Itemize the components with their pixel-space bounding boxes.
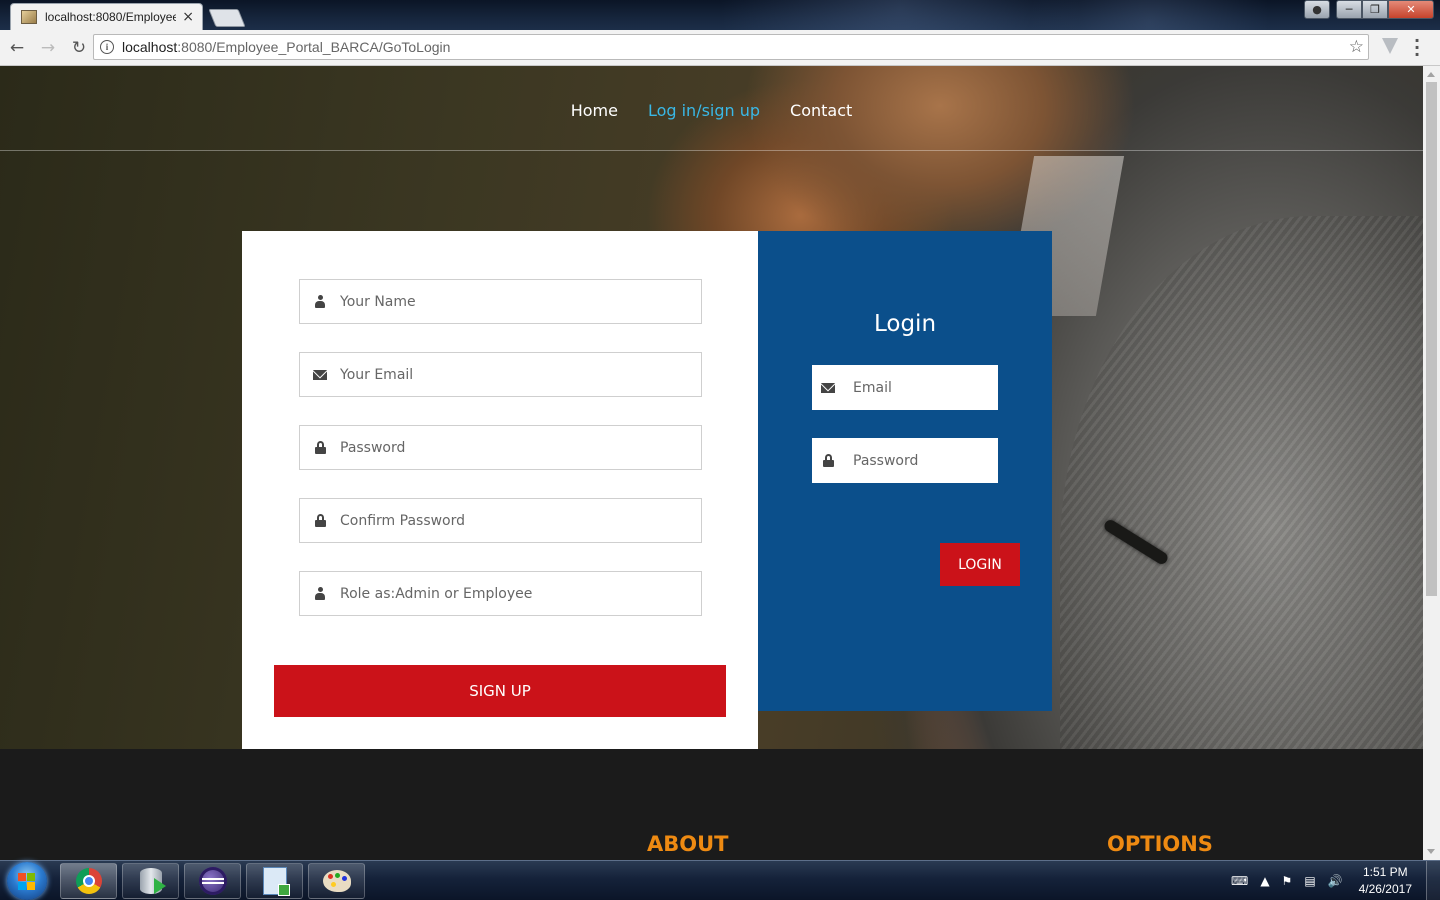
scroll-up-arrow-icon[interactable]: [1427, 72, 1435, 77]
tab-close-icon[interactable]: ×: [182, 9, 194, 25]
new-tab-button[interactable]: [208, 9, 246, 27]
about-heading: ABOUT: [647, 832, 729, 856]
taskbar-eclipse[interactable]: [184, 863, 241, 899]
show-hidden-icons-icon[interactable]: ▲: [1260, 874, 1269, 888]
reload-icon[interactable]: ↻: [65, 34, 93, 62]
role-field[interactable]: Role as:Admin or Employee: [299, 571, 702, 616]
bookmark-star-icon[interactable]: ☆: [1349, 37, 1364, 57]
browser-menu-icon[interactable]: · · ·: [1414, 33, 1420, 63]
taskbar-paint[interactable]: [308, 863, 365, 899]
envelope-icon-wrap: [300, 369, 340, 380]
password-field[interactable]: Password: [299, 425, 702, 470]
email-placeholder: Your Email: [340, 366, 414, 383]
role-placeholder: Role as:Admin or Employee: [340, 585, 533, 602]
address-bar[interactable]: i localhost:8080/Employee_Portal_BARCA/G…: [93, 34, 1369, 60]
paint-icon: [322, 870, 351, 892]
page-viewport: Home Log in/sign up Contact Your Name Yo…: [0, 66, 1423, 860]
login-form: Login Email Password LOGIN: [758, 231, 1052, 711]
windows-logo-icon: [18, 882, 26, 890]
windows-logo-icon: [27, 882, 35, 890]
system-tray: ⌨ ▲ ⚑ ▤ 🔊 1:51 PM 4/26/2017: [1231, 861, 1440, 900]
lock-icon: [314, 441, 326, 454]
action-center-flag-icon[interactable]: ⚑: [1282, 874, 1293, 888]
site-info-icon[interactable]: i: [100, 40, 114, 54]
taskbar-database-tool[interactable]: [122, 863, 179, 899]
nav-contact-link[interactable]: Contact: [790, 101, 852, 120]
address-url[interactable]: localhost:8080/Employee_Portal_BARCA/GoT…: [122, 39, 450, 55]
lock-icon: [822, 454, 834, 467]
user-profile-icon[interactable]: ●: [1304, 0, 1330, 19]
signup-form: Your Name Your Email Password Confirm Pa…: [242, 231, 758, 749]
windows-taskbar: ⌨ ▲ ⚑ ▤ 🔊 1:51 PM 4/26/2017: [0, 860, 1440, 900]
lock-icon-wrap: [300, 514, 340, 527]
hero-lapel-detail: [1102, 517, 1170, 567]
page-favicon-icon: [21, 10, 37, 24]
login-email-field[interactable]: Email: [812, 365, 998, 410]
login-password-field[interactable]: Password: [812, 438, 998, 483]
lock-icon-wrap: [300, 441, 340, 454]
database-icon: [139, 868, 166, 894]
close-window-button[interactable]: ✕: [1388, 0, 1434, 19]
windows-logo-icon: [18, 873, 26, 881]
options-heading: OPTIONS: [1107, 832, 1213, 856]
clock-time: 1:51 PM: [1362, 865, 1408, 879]
browser-tabstrip: localhost:8080/Employee × ● ─ ❐ ✕: [0, 0, 1440, 30]
tab-title: localhost:8080/Employee: [45, 10, 177, 24]
taskbar-chrome[interactable]: [60, 863, 117, 899]
browser-tab[interactable]: localhost:8080/Employee ×: [10, 3, 203, 30]
envelope-icon-wrap: [812, 382, 844, 393]
forward-arrow-icon[interactable]: →: [34, 34, 62, 62]
taskbar-document[interactable]: [246, 863, 303, 899]
envelope-icon: [313, 369, 327, 380]
show-desktop-button[interactable]: [1426, 861, 1440, 900]
document-icon: [262, 867, 290, 896]
lock-icon-wrap: [812, 454, 844, 467]
minimize-button[interactable]: ─: [1336, 0, 1362, 19]
chrome-icon: [75, 868, 102, 894]
email-field[interactable]: Your Email: [299, 352, 702, 397]
page-scrollbar[interactable]: [1423, 66, 1440, 860]
login-email-placeholder: Email: [853, 379, 892, 396]
start-button[interactable]: [7, 862, 47, 900]
top-navigation: Home Log in/sign up Contact: [0, 66, 1423, 151]
footer: ABOUT OPTIONS: [0, 749, 1423, 860]
user-icon-wrap: [300, 295, 340, 308]
login-title: Login: [873, 311, 937, 337]
confirm-password-placeholder: Confirm Password: [340, 512, 466, 529]
hero-background-image: Home Log in/sign up Contact Your Name Yo…: [0, 66, 1423, 749]
keyboard-icon[interactable]: ⌨: [1231, 874, 1248, 888]
restore-button[interactable]: ❐: [1362, 0, 1388, 19]
envelope-icon: [821, 382, 835, 393]
volume-icon[interactable]: 🔊: [1328, 874, 1343, 888]
window-controls: ● ─ ❐ ✕: [1304, 0, 1434, 19]
user-icon: [315, 587, 325, 600]
windows-logo-icon: [27, 873, 35, 881]
password-placeholder: Password: [340, 439, 406, 456]
lock-icon: [314, 514, 326, 527]
nav-login-signup-link[interactable]: Log in/sign up: [648, 101, 760, 120]
user-icon: [315, 295, 325, 308]
scroll-thumb[interactable]: [1426, 82, 1437, 596]
user-icon-wrap: [300, 587, 340, 600]
confirm-password-field[interactable]: Confirm Password: [299, 498, 702, 543]
browser-toolbar: ← → ↻ i localhost:8080/Employee_Portal_B…: [0, 30, 1440, 66]
name-field[interactable]: Your Name: [299, 279, 702, 324]
nav-home-link[interactable]: Home: [571, 101, 618, 120]
login-button[interactable]: LOGIN: [940, 543, 1020, 586]
signup-button[interactable]: SIGN UP: [274, 665, 726, 717]
system-clock[interactable]: 1:51 PM 4/26/2017: [1359, 864, 1412, 898]
extension-icon[interactable]: [1382, 38, 1398, 54]
scroll-down-arrow-icon[interactable]: [1427, 849, 1435, 854]
clock-date: 4/26/2017: [1358, 882, 1412, 896]
eclipse-icon: [198, 867, 227, 895]
name-placeholder: Your Name: [340, 293, 416, 310]
back-arrow-icon[interactable]: ←: [3, 34, 31, 62]
network-icon[interactable]: ▤: [1304, 874, 1315, 888]
login-password-placeholder: Password: [853, 452, 919, 469]
